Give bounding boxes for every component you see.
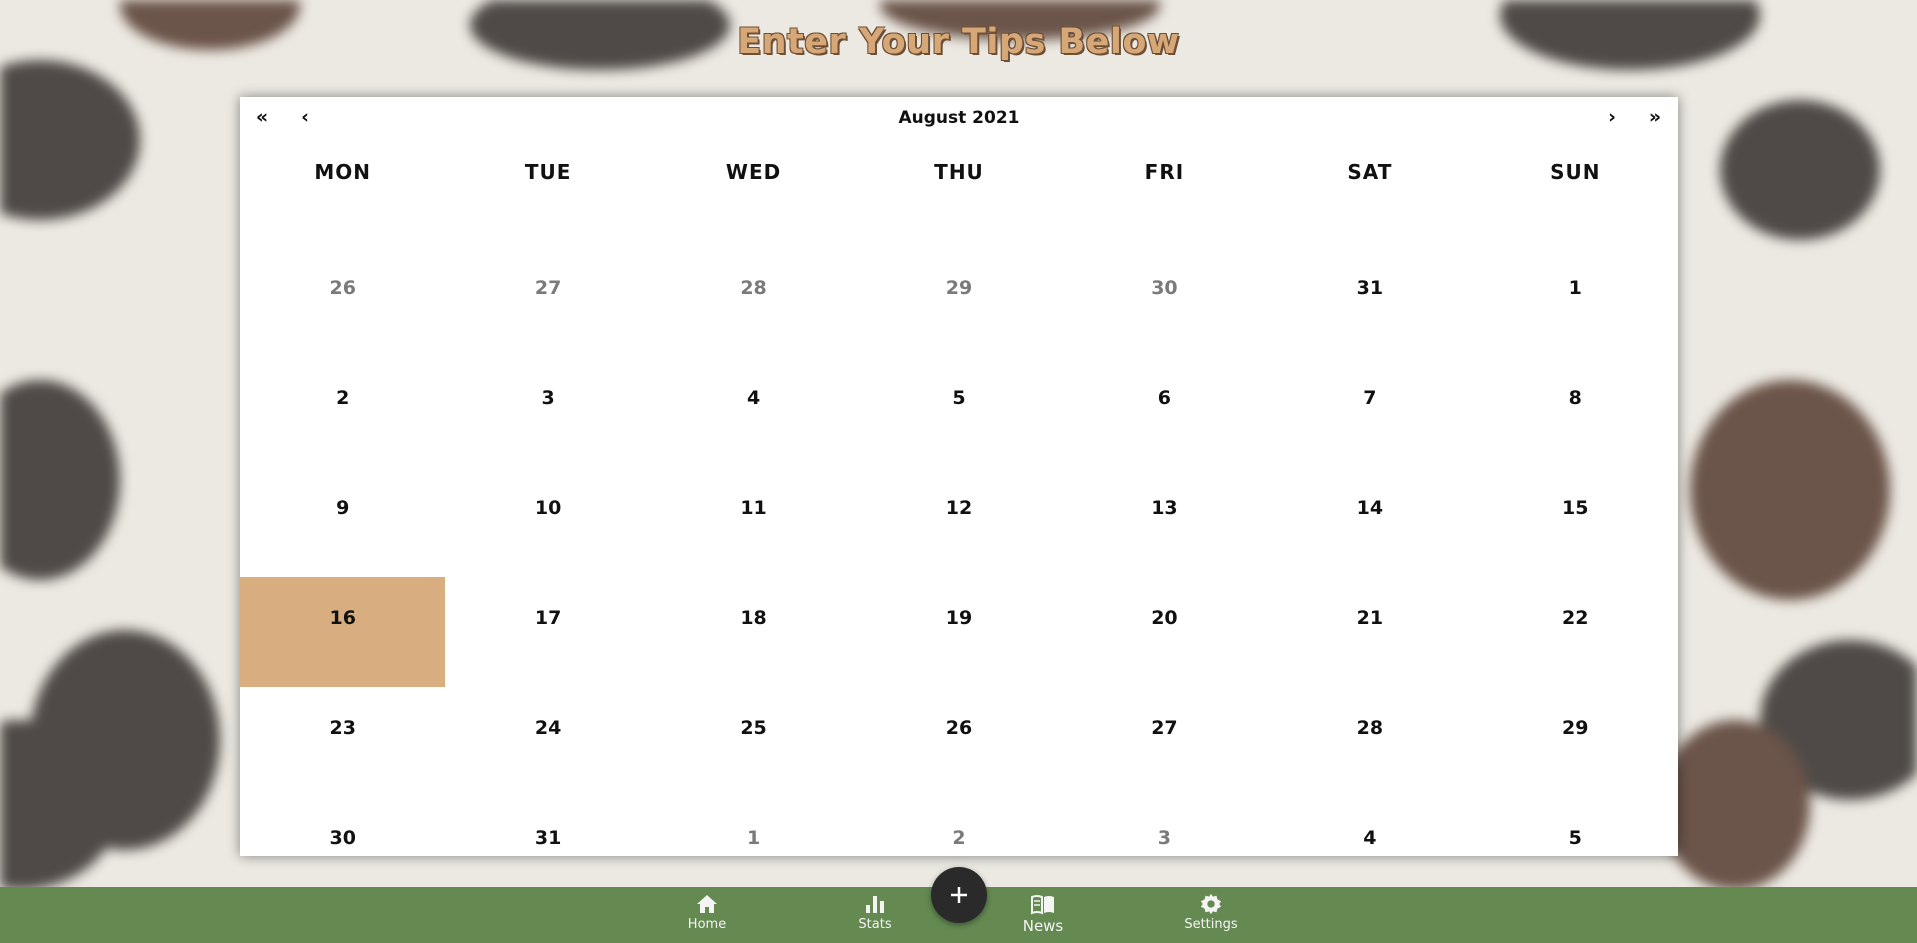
weekday-header: MON TUE WED THU FRI SAT SUN [240, 141, 1678, 186]
calendar-day[interactable]: 29 [1473, 687, 1678, 797]
prev-month-button[interactable]: ‹ [290, 107, 320, 127]
calendar-day[interactable]: 27 [1062, 687, 1267, 797]
calendar-day[interactable]: 26 [856, 687, 1061, 797]
calendar-day[interactable]: 3 [445, 357, 650, 467]
nav-item-home[interactable]: Home [662, 893, 752, 932]
add-tip-button[interactable] [931, 867, 987, 923]
home-icon [697, 895, 717, 913]
calendar-day[interactable]: 23 [240, 687, 445, 797]
calendar-day[interactable]: 30 [1062, 247, 1267, 357]
nav-item-news[interactable]: News [998, 893, 1088, 935]
weekday-label: SUN [1550, 160, 1601, 184]
calendar-day[interactable]: 26 [240, 247, 445, 357]
calendar-day[interactable]: 7 [1267, 357, 1472, 467]
calendar-day[interactable]: 28 [1267, 687, 1472, 797]
gear-icon [1200, 893, 1222, 915]
calendar-day[interactable]: 18 [651, 577, 856, 687]
weekday-label: WED [725, 160, 782, 184]
calendar-day[interactable]: 19 [856, 577, 1061, 687]
calendar-day[interactable]: 11 [651, 467, 856, 577]
calendar: « ‹ August 2021 › » MON TUE WED THU FRI SAT SU… [240, 97, 1678, 856]
plus-icon [951, 887, 967, 903]
calendar-day[interactable]: 22 [1473, 577, 1678, 687]
nav-label-settings: Settings [1184, 917, 1238, 932]
newspaper-icon [1031, 895, 1054, 915]
page-title: Enter Your Tips Below [737, 22, 1180, 62]
calendar-day[interactable]: 5 [856, 357, 1061, 467]
month-label[interactable]: August 2021 [898, 108, 1019, 128]
calendar-day[interactable]: 15 [1473, 467, 1678, 577]
calendar-days-grid: 26 27 28 29 30 31 1 2 3 4 5 6 7 8 9 10 11 12 13 14 15 16 17 18 1… [240, 247, 1678, 907]
weekday-label: FRI [1144, 160, 1185, 184]
next-month-button[interactable]: › [1597, 107, 1627, 127]
calendar-day[interactable]: 14 [1267, 467, 1472, 577]
calendar-day[interactable]: 1 [1473, 247, 1678, 357]
calendar-day[interactable]: 10 [445, 467, 650, 577]
next-year-button[interactable]: » [1640, 107, 1670, 127]
nav-label-home: Home [687, 917, 727, 932]
calendar-day[interactable]: 13 [1062, 467, 1267, 577]
calendar-day[interactable]: 9 [240, 467, 445, 577]
calendar-day[interactable]: 17 [445, 577, 650, 687]
calendar-day[interactable]: 28 [651, 247, 856, 357]
weekday-label: MON [314, 160, 372, 184]
calendar-day[interactable]: 24 [445, 687, 650, 797]
calendar-navigation: « ‹ August 2021 › » [240, 97, 1678, 141]
nav-item-settings[interactable]: Settings [1166, 893, 1256, 932]
calendar-day[interactable]: 25 [651, 687, 856, 797]
weekday-label: TUE [524, 160, 572, 184]
calendar-day[interactable]: 29 [856, 247, 1061, 357]
calendar-day[interactable]: 21 [1267, 577, 1472, 687]
calendar-day[interactable]: 12 [856, 467, 1061, 577]
weekday-label: THU [934, 160, 984, 184]
nav-label-news: News [1022, 917, 1064, 935]
bar-chart-icon [866, 896, 884, 913]
prev-year-button[interactable]: « [247, 107, 277, 127]
calendar-day[interactable]: 27 [445, 247, 650, 357]
calendar-day[interactable]: 20 [1062, 577, 1267, 687]
calendar-day[interactable]: 2 [240, 357, 445, 467]
calendar-day[interactable]: 4 [651, 357, 856, 467]
weekday-label: SAT [1347, 160, 1393, 184]
nav-label-stats: Stats [858, 917, 892, 932]
calendar-day[interactable]: 6 [1062, 357, 1267, 467]
calendar-day[interactable]: 31 [1267, 247, 1472, 357]
nav-item-stats[interactable]: Stats [830, 893, 920, 932]
calendar-day[interactable]: 8 [1473, 357, 1678, 467]
calendar-day-selected[interactable]: 16 [240, 577, 446, 687]
